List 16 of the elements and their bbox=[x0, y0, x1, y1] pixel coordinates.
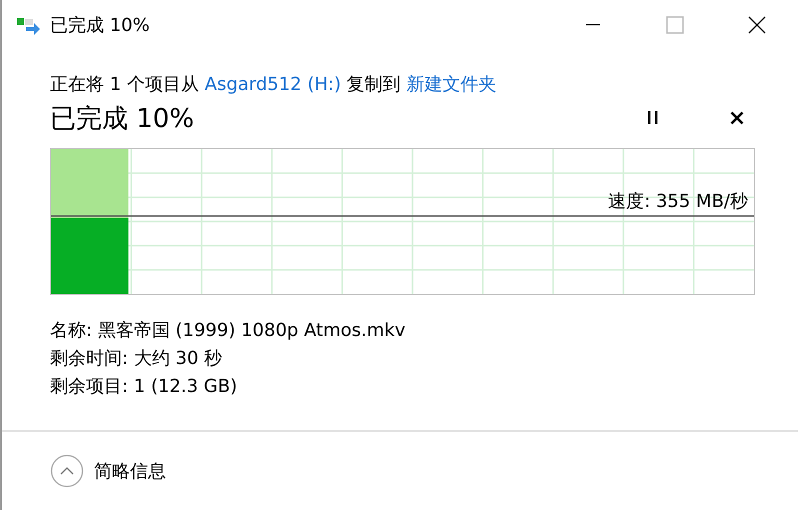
window-title: 已完成 10% bbox=[50, 14, 151, 37]
detail-text: 剩余项目: 1 (12.3 GB) bbox=[50, 375, 238, 399]
copy-icon bbox=[16, 15, 42, 35]
copy-description: 正在将 1 个项目从 Asgard512 (H:) 复制到 新建文件夹 bbox=[50, 73, 498, 97]
minimize-icon bbox=[586, 24, 600, 26]
detail-text: 剩余时间: 大约 30 秒 bbox=[50, 347, 224, 371]
source-link[interactable]: Asgard512 (H:) bbox=[204, 74, 342, 95]
speed-label: 速度: 355 MB/秒 bbox=[608, 190, 748, 213]
details-toggle[interactable]: 简略信息 bbox=[50, 454, 166, 488]
destination-link[interactable]: 新建文件夹 bbox=[406, 74, 496, 95]
close-icon bbox=[730, 111, 744, 125]
detail-text: 名称: 黑客帝国 (1999) 1080p Atmos.mkv bbox=[50, 319, 406, 343]
pause-icon bbox=[647, 111, 659, 125]
progress-heading: 已完成 10% bbox=[50, 102, 196, 136]
maximize-icon bbox=[666, 16, 684, 34]
close-icon bbox=[748, 16, 766, 34]
